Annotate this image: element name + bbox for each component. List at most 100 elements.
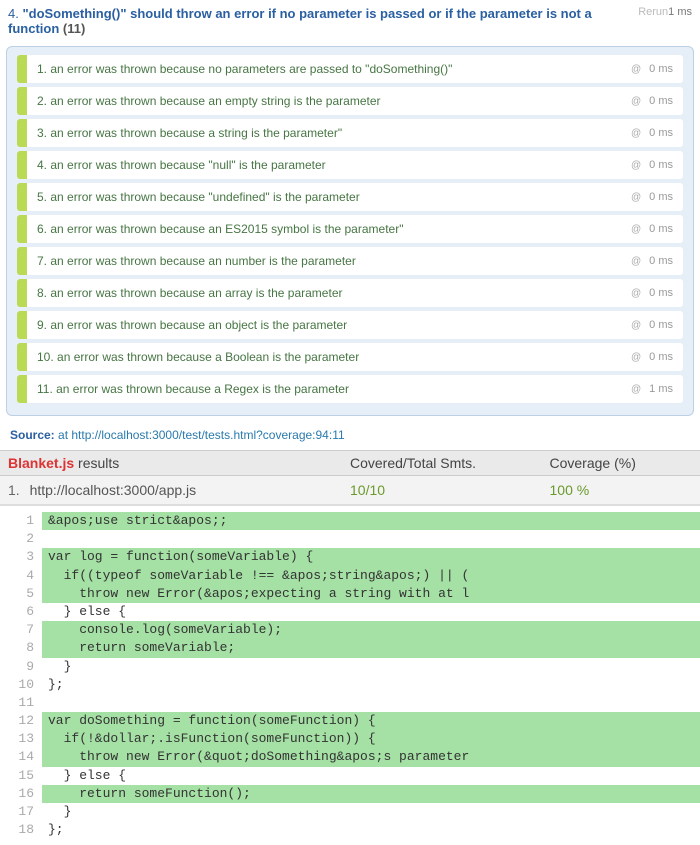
line-number: 1	[10, 512, 42, 530]
source-line: Source: at http://localhost:3000/test/te…	[0, 424, 700, 450]
test-suite-header: 1 ms Rerun 4. "doSomething()" should thr…	[0, 0, 700, 42]
rerun-icon[interactable]: @	[631, 384, 641, 395]
test-item[interactable]: 2. an error was thrown because an empty …	[17, 87, 683, 115]
code-text: }	[42, 658, 700, 676]
line-number: 15	[10, 767, 42, 785]
line-number: 4	[10, 567, 42, 585]
test-item-timing: 0 ms	[649, 159, 673, 171]
blanket-results-label: results	[74, 455, 119, 471]
code-line: 11	[10, 694, 700, 712]
rerun-icon[interactable]: @	[631, 64, 641, 75]
line-number: 10	[10, 676, 42, 694]
coverage-file-row[interactable]: 1. http://localhost:3000/app.js 10/10 10…	[0, 476, 700, 505]
line-number: 12	[10, 712, 42, 730]
covered-total-header: Covered/Total Smts.	[350, 455, 550, 471]
line-number: 2	[10, 530, 42, 548]
blanket-header: Blanket.js results Covered/Total Smts. C…	[0, 450, 700, 476]
rerun-icon[interactable]: @	[631, 224, 641, 235]
test-item-timing: 0 ms	[649, 351, 673, 363]
test-item-text: 7. an error was thrown because an number…	[37, 254, 625, 268]
test-item-timing: 1 ms	[649, 383, 673, 395]
test-item[interactable]: 3. an error was thrown because a string …	[17, 119, 683, 147]
test-item-text: 6. an error was thrown because an ES2015…	[37, 222, 625, 236]
line-number: 9	[10, 658, 42, 676]
code-line: 18};	[10, 821, 700, 839]
file-smts: 10/10	[350, 482, 550, 498]
line-number: 17	[10, 803, 42, 821]
blanket-title: Blanket.js results	[8, 455, 350, 471]
test-item[interactable]: 5. an error was thrown because "undefine…	[17, 183, 683, 211]
source-url: at http://localhost:3000/test/tests.html…	[58, 428, 345, 442]
test-item-text: 10. an error was thrown because a Boolea…	[37, 350, 625, 364]
rerun-icon[interactable]: @	[631, 192, 641, 203]
rerun-icon[interactable]: @	[631, 352, 641, 363]
rerun-icon[interactable]: @	[631, 128, 641, 139]
test-item-timing: 0 ms	[649, 287, 673, 299]
test-item[interactable]: 1. an error was thrown because no parame…	[17, 55, 683, 83]
suite-timing: 1 ms	[668, 6, 692, 18]
code-text: } else {	[42, 767, 700, 785]
test-item-timing: 0 ms	[649, 319, 673, 331]
code-line: 10};	[10, 676, 700, 694]
code-line: 17 }	[10, 803, 700, 821]
file-number: 1.	[8, 482, 20, 498]
suite-title[interactable]: "doSomething()" should throw an error if…	[8, 6, 592, 36]
suite-number: 4.	[8, 6, 19, 21]
code-line: 2	[10, 530, 700, 548]
test-item-text: 11. an error was thrown because a Regex …	[37, 382, 625, 396]
code-line: 13 if(!&dollar;.isFunction(someFunction)…	[10, 730, 700, 748]
test-item-timing: 0 ms	[649, 255, 673, 267]
test-item[interactable]: 11. an error was thrown because a Regex …	[17, 375, 683, 403]
code-text: } else {	[42, 603, 700, 621]
test-item-timing: 0 ms	[649, 95, 673, 107]
line-number: 3	[10, 548, 42, 566]
code-line: 7 console.log(someVariable);	[10, 621, 700, 639]
blanket-brand: Blanket.js	[8, 455, 74, 471]
line-number: 7	[10, 621, 42, 639]
test-item[interactable]: 7. an error was thrown because an number…	[17, 247, 683, 275]
coverage-pct-header: Coverage (%)	[550, 455, 693, 471]
code-text: }	[42, 803, 700, 821]
test-item-text: 5. an error was thrown because "undefine…	[37, 190, 625, 204]
test-item-text: 1. an error was thrown because no parame…	[37, 62, 625, 76]
line-number: 11	[10, 694, 42, 712]
rerun-icon[interactable]: @	[631, 256, 641, 267]
code-coverage-block: 1&apos;use strict&apos;;23var log = func…	[0, 505, 700, 845]
rerun-icon[interactable]: @	[631, 96, 641, 107]
code-line: 12var doSomething = function(someFunctio…	[10, 712, 700, 730]
rerun-icon[interactable]: @	[631, 320, 641, 331]
code-text: var log = function(someVariable) {	[42, 548, 700, 566]
code-line: 9 }	[10, 658, 700, 676]
test-list: 1. an error was thrown because no parame…	[6, 46, 694, 416]
rerun-link[interactable]: Rerun	[638, 6, 668, 18]
code-text: return someVariable;	[42, 639, 700, 657]
code-text: throw new Error(&apos;expecting a string…	[42, 585, 700, 603]
line-number: 16	[10, 785, 42, 803]
test-item-timing: 0 ms	[649, 127, 673, 139]
test-item[interactable]: 6. an error was thrown because an ES2015…	[17, 215, 683, 243]
test-item-text: 2. an error was thrown because an empty …	[37, 94, 625, 108]
code-line: 15 } else {	[10, 767, 700, 785]
test-item[interactable]: 8. an error was thrown because an array …	[17, 279, 683, 307]
code-line: 3var log = function(someVariable) {	[10, 548, 700, 566]
test-item[interactable]: 9. an error was thrown because an object…	[17, 311, 683, 339]
test-item[interactable]: 4. an error was thrown because "null" is…	[17, 151, 683, 179]
test-item-text: 4. an error was thrown because "null" is…	[37, 158, 625, 172]
line-number: 13	[10, 730, 42, 748]
code-line: 1&apos;use strict&apos;;	[10, 512, 700, 530]
code-text	[42, 694, 700, 712]
code-text: if(!&dollar;.isFunction(someFunction)) {	[42, 730, 700, 748]
code-text: };	[42, 676, 700, 694]
rerun-icon[interactable]: @	[631, 160, 641, 171]
rerun-icon[interactable]: @	[631, 288, 641, 299]
source-label: Source:	[10, 428, 55, 442]
file-path: http://localhost:3000/app.js	[30, 482, 197, 498]
code-text: &apos;use strict&apos;;	[42, 512, 700, 530]
code-text	[42, 530, 700, 548]
code-line: 16 return someFunction();	[10, 785, 700, 803]
test-item-text: 9. an error was thrown because an object…	[37, 318, 625, 332]
suite-count: (11)	[63, 21, 85, 36]
code-line: 14 throw new Error(&quot;doSomething&apo…	[10, 748, 700, 766]
test-item[interactable]: 10. an error was thrown because a Boolea…	[17, 343, 683, 371]
test-item-text: 3. an error was thrown because a string …	[37, 126, 625, 140]
